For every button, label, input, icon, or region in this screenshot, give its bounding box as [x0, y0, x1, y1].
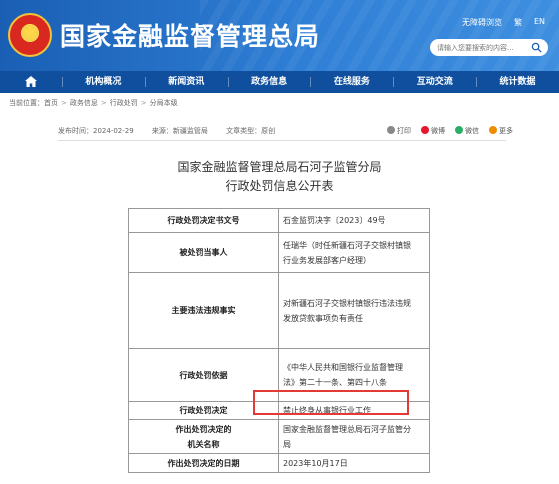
divider	[58, 140, 506, 141]
table-row: 行政处罚决定书文号 石金监罚决字〔2023〕49号	[128, 208, 430, 233]
article-meta: 发布时间：2024-02-29 来源：新疆监管局 文章类型：原创	[58, 126, 291, 136]
wechat-share-button[interactable]: 微信	[455, 126, 479, 136]
table-value: 国家金融监督管理总局石河子监管分局	[278, 419, 430, 454]
nav-government-info[interactable]: 政务信息	[227, 71, 311, 93]
nav-home[interactable]	[0, 71, 62, 93]
table-value: 任瑞华（时任新疆石河子交银村镇银 行业务发展部客户经理）	[278, 232, 430, 273]
top-links: 无障碍浏览 繁 EN	[462, 17, 545, 28]
breadcrumb-government-info[interactable]: 政务信息	[70, 99, 98, 107]
nav-interaction[interactable]: 互动交流	[393, 71, 476, 93]
breadcrumb-penalty[interactable]: 行政处罚	[110, 99, 138, 107]
breadcrumb-home[interactable]: 首页	[44, 99, 58, 107]
table-key: 作出处罚决定的 机关名称	[128, 419, 279, 454]
nav-institution-overview[interactable]: 机构概况	[62, 71, 145, 93]
nav-online-services[interactable]: 在线服务	[310, 71, 393, 93]
accessibility-link[interactable]: 无障碍浏览	[462, 17, 502, 28]
table-value: 2023年10月17日	[278, 453, 430, 473]
table-key: 主要违法违规事实	[128, 272, 279, 349]
table-value: 石金监罚决字〔2023〕49号	[278, 208, 430, 233]
table-value: 对新疆石河子交银村镇银行违法违规 发放贷款事项负有责任	[278, 272, 430, 349]
publish-time: 发布时间：2024-02-29	[58, 127, 134, 135]
site-header: ★ 国家金融监督管理总局 无障碍浏览 繁 EN	[0, 0, 559, 71]
nav-news[interactable]: 新闻资讯	[144, 71, 228, 93]
penalty-info-table: 行政处罚决定书文号 石金监罚决字〔2023〕49号 被处罚当事人 任瑞华（时任新…	[128, 208, 430, 473]
english-link[interactable]: EN	[534, 17, 545, 28]
table-row: 作出处罚决定的 机关名称 国家金融监督管理总局石河子监管分局	[128, 419, 430, 454]
more-share-button[interactable]: 更多	[489, 126, 513, 136]
wechat-icon	[455, 126, 463, 134]
table-key: 行政处罚决定书文号	[128, 208, 279, 233]
document-title-line2: 行政处罚信息公开表	[225, 179, 334, 193]
table-row: 被处罚当事人 任瑞华（时任新疆石河子交银村镇银 行业务发展部客户经理）	[128, 232, 430, 273]
nav-statistics[interactable]: 统计数据	[476, 71, 559, 93]
document-title-line1: 国家金融监督管理总局石河子监管分局	[177, 160, 382, 174]
share-bar: 打印 微博 微信 更多	[387, 126, 513, 136]
highlight-box	[253, 390, 409, 415]
table-key: 被处罚当事人	[128, 232, 279, 273]
search-box	[430, 39, 548, 56]
article-type: 文章类型：原创	[226, 127, 276, 135]
weibo-icon	[421, 126, 429, 134]
print-icon	[387, 126, 395, 134]
breadcrumb: 当前位置：首页 > 政务信息 > 行政处罚 > 分局本级	[9, 99, 178, 107]
table-key: 作出处罚决定的日期	[128, 453, 279, 473]
site-title[interactable]: 国家金融监督管理总局	[60, 17, 320, 53]
more-icon	[489, 126, 497, 134]
breadcrumb-branch[interactable]: 分局本级	[150, 99, 178, 107]
weibo-share-button[interactable]: 微博	[421, 126, 445, 136]
home-icon	[25, 76, 37, 87]
search-icon[interactable]	[531, 42, 542, 53]
print-button[interactable]: 打印	[387, 126, 411, 136]
traditional-chinese-link[interactable]: 繁	[514, 17, 522, 28]
star-icon: ★	[21, 22, 39, 43]
table-row: 主要违法违规事实 对新疆石河子交银村镇银行违法违规 发放贷款事项负有责任	[128, 272, 430, 349]
search-input[interactable]	[437, 41, 531, 54]
national-emblem-icon[interactable]: ★	[8, 13, 52, 57]
article-source: 来源：新疆监管局	[151, 127, 208, 135]
main-nav: 机构概况 新闻资讯 政务信息 在线服务 互动交流 统计数据	[0, 71, 559, 93]
table-row: 作出处罚决定的日期 2023年10月17日	[128, 453, 430, 473]
breadcrumb-prefix: 当前位置：	[9, 99, 44, 107]
